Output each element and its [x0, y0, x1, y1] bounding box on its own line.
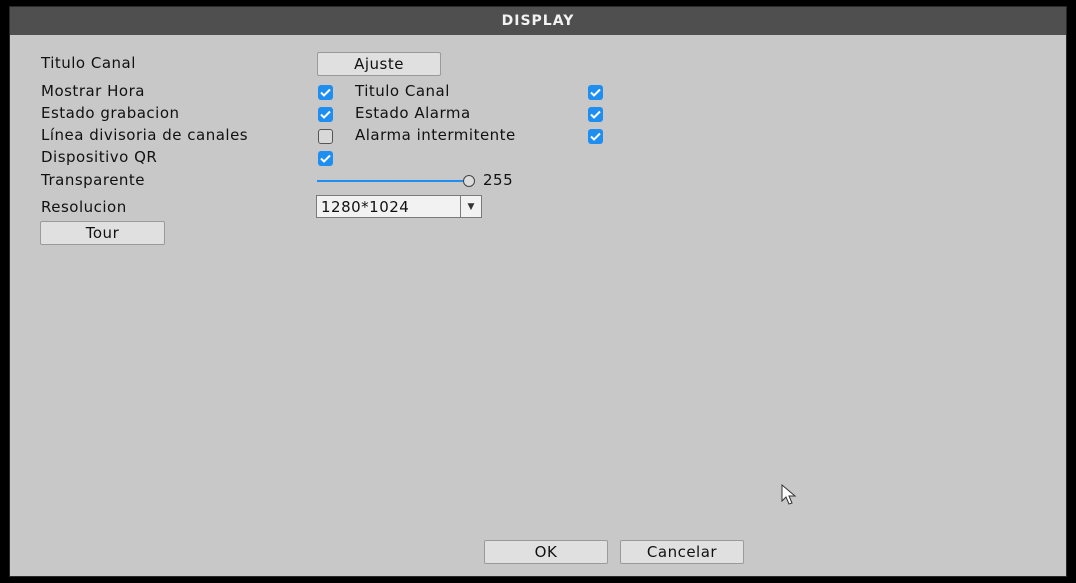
check-icon [590, 88, 601, 97]
transparency-slider-track[interactable] [317, 180, 467, 182]
resolucion-label: Resolucion [41, 198, 127, 216]
estado-grabacion-checkbox[interactable] [318, 107, 333, 122]
mouse-pointer-icon [781, 484, 797, 505]
mostrar-hora-label: Mostrar Hora [41, 82, 145, 100]
tour-button[interactable]: Tour [40, 221, 165, 245]
check-icon [320, 154, 331, 163]
display-dialog: DISPLAY Titulo Canal Ajuste Mostrar Hora… [9, 6, 1067, 577]
estado-alarma-checkbox[interactable] [588, 107, 603, 122]
titulo-canal-checkbox[interactable] [588, 85, 603, 100]
cancel-button[interactable]: Cancelar [620, 540, 744, 564]
linea-divisoria-label: Línea divisoria de canales [41, 126, 249, 144]
alarma-intermitente-checkbox[interactable] [588, 129, 603, 144]
ok-button[interactable]: OK [484, 540, 608, 564]
check-icon [320, 110, 331, 119]
dispositivo-qr-label: Dispositivo QR [41, 148, 158, 166]
mostrar-hora-checkbox[interactable] [318, 85, 333, 100]
transparency-value: 255 [483, 171, 514, 189]
transparente-label: Transparente [41, 171, 146, 189]
dialog-title: DISPLAY [10, 7, 1066, 35]
check-icon [590, 132, 601, 141]
titulo-canal-label: Titulo Canal [41, 54, 136, 72]
ajuste-button[interactable]: Ajuste [317, 52, 441, 76]
linea-divisoria-checkbox[interactable] [318, 129, 333, 144]
transparency-slider-handle[interactable] [463, 175, 475, 187]
check-icon [590, 110, 601, 119]
estado-alarma-label: Estado Alarma [355, 104, 471, 122]
alarma-intermitente-label: Alarma intermitente [355, 126, 516, 144]
chevron-down-icon[interactable]: ▼ [460, 196, 481, 217]
check-icon [320, 88, 331, 97]
titulo-canal-overlay-label: Titulo Canal [355, 82, 450, 100]
resolution-select-value: 1280*1024 [321, 198, 410, 216]
estado-grabacion-label: Estado grabacion [41, 104, 180, 122]
resolution-select[interactable]: 1280*1024 ▼ [316, 195, 482, 218]
dispositivo-qr-checkbox[interactable] [318, 151, 333, 166]
